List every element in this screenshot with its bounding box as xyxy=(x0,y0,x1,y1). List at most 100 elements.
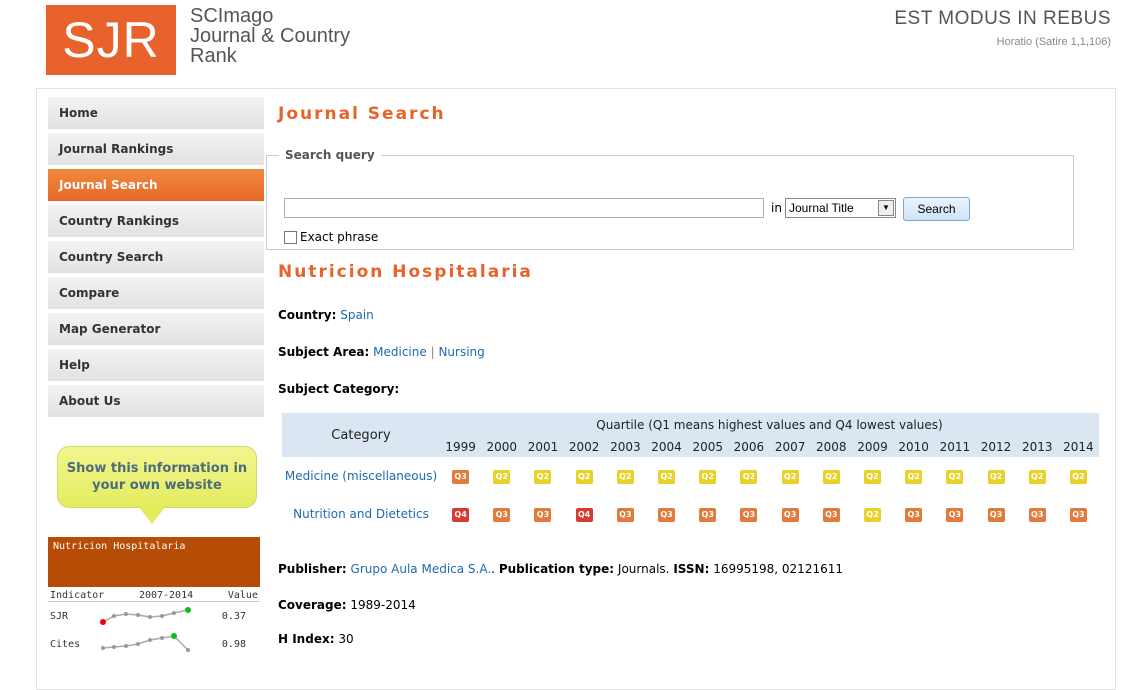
quartile-cell: Q4 xyxy=(440,495,481,533)
quartile-badge: Q3 xyxy=(658,508,676,522)
quartile-cell: Q2 xyxy=(852,457,893,495)
chevron-down-icon[interactable]: ▼ xyxy=(878,200,894,216)
quartile-badge: Q3 xyxy=(822,508,840,522)
nav-item-country-rankings[interactable]: Country Rankings xyxy=(48,205,264,237)
category-name-link[interactable]: Medicine (miscellaneous) xyxy=(282,457,440,495)
quartile-cell: Q3 xyxy=(1017,495,1058,533)
quartile-cell: Q3 xyxy=(522,495,563,533)
subject-area-info: Subject Area: Medicine | Nursing xyxy=(278,345,485,359)
year-header: 1999 xyxy=(440,436,482,457)
motto: EST MODUS IN REBUS Horatio (Satire 1,1,1… xyxy=(894,8,1111,48)
sjr-logo[interactable]: SJR xyxy=(46,5,176,75)
quartile-cell: Q4 xyxy=(564,495,605,533)
quartile-badge: Q3 xyxy=(905,508,923,522)
year-header: 2000 xyxy=(481,436,523,457)
subject-area-label: Subject Area: xyxy=(278,345,370,359)
nav-item-about-us[interactable]: About Us xyxy=(48,385,264,417)
nav-item-country-search[interactable]: Country Search xyxy=(48,241,264,273)
nav-item-map-generator[interactable]: Map Generator xyxy=(48,313,264,345)
category-name-link[interactable]: Nutrition and Dietetics xyxy=(282,495,440,533)
quartile-cell: Q3 xyxy=(646,495,687,533)
publisher-label: Publisher: xyxy=(278,562,347,576)
quartile-cell: Q3 xyxy=(1058,495,1099,533)
year-header: 2013 xyxy=(1016,436,1058,457)
widget-row-label: Cites xyxy=(50,638,81,650)
year-header: 2006 xyxy=(728,436,770,457)
nav-item-journal-rankings[interactable]: Journal Rankings xyxy=(48,133,264,165)
year-header: 2014 xyxy=(1057,436,1099,457)
search-field-selected: Journal Title xyxy=(789,201,854,215)
quartile-body: Medicine (miscellaneous) Q3 Q2 Q2 Q2 Q2 Q2 Q2 Q2… xyxy=(282,457,1099,533)
widget-col-indicator: Indicator xyxy=(50,590,105,601)
coverage-value: 1989-2014 xyxy=(350,598,416,612)
quartile-badge: Q2 xyxy=(575,470,593,484)
in-label: in xyxy=(771,201,782,215)
quartile-cell: Q2 xyxy=(522,457,563,495)
subject-area-link-nursing[interactable]: Nursing xyxy=(438,345,484,359)
quartile-badge: Q2 xyxy=(740,470,758,484)
quartile-cell: Q3 xyxy=(687,495,728,533)
widget-col-period: 2007-2014 xyxy=(138,590,194,601)
search-input[interactable] xyxy=(284,198,764,218)
quartile-cell: Q3 xyxy=(440,457,481,495)
brand-line-3: Rank xyxy=(190,45,237,67)
quartile-badge: Q3 xyxy=(699,508,717,522)
promo-line-2: your own website xyxy=(92,478,222,493)
quartile-cell: Q2 xyxy=(1017,457,1058,495)
subject-area-link-medicine[interactable]: Medicine xyxy=(373,345,427,359)
embed-widget[interactable]: Nutricion Hospitalaria Indicator 2007-20… xyxy=(48,537,260,677)
main-content: Journal Search Search query in Journal T… xyxy=(266,104,1102,646)
category-header: Category xyxy=(282,413,440,457)
quartile-badge: Q3 xyxy=(493,508,511,522)
nav-item-home[interactable]: Home xyxy=(48,97,264,129)
nav-item-journal-search[interactable]: Journal Search xyxy=(48,169,264,201)
search-field-select[interactable]: Journal Title ▼ xyxy=(785,198,896,218)
quartile-badge: Q2 xyxy=(658,470,676,484)
motto-text: EST MODUS IN REBUS xyxy=(894,8,1111,29)
quartile-badge: Q4 xyxy=(452,508,470,522)
quartile-cell: Q3 xyxy=(893,495,934,533)
widget-row-label: SJR xyxy=(50,610,69,622)
quartile-badge: Q2 xyxy=(616,470,634,484)
search-query-box: Search query in Journal Title ▼ Search E… xyxy=(266,148,1074,250)
exact-phrase-option[interactable]: Exact phrase xyxy=(284,230,378,244)
quartile-cell: Q2 xyxy=(811,457,852,495)
quartile-cell: Q3 xyxy=(728,495,769,533)
issn-value: 16995198, 02121611 xyxy=(713,562,843,576)
year-header: 2009 xyxy=(851,436,894,457)
quartile-cell: Q2 xyxy=(893,457,934,495)
quartile-row: Medicine (miscellaneous) Q3 Q2 Q2 Q2 Q2 Q2 Q2 Q2… xyxy=(282,457,1099,495)
quartile-badge: Q2 xyxy=(534,470,552,484)
year-header: 2004 xyxy=(645,436,688,457)
quartile-badge: Q3 xyxy=(616,508,634,522)
subject-area-separator: | xyxy=(430,345,435,359)
widget-col-value: Value xyxy=(227,590,258,601)
quartile-badge: Q2 xyxy=(699,470,717,484)
quartile-cell: Q2 xyxy=(605,457,646,495)
embed-promo-bubble[interactable]: Show this information in your own websit… xyxy=(57,446,257,508)
exact-phrase-checkbox[interactable] xyxy=(284,230,297,244)
publisher-link[interactable]: Grupo Aula Medica S.A. xyxy=(351,562,492,576)
quartile-badge: Q3 xyxy=(946,508,964,522)
sjr-sparkline xyxy=(100,607,191,625)
quartile-badge: Q3 xyxy=(534,508,552,522)
brand-line-1: SCImago xyxy=(190,5,274,27)
quartile-cell: Q2 xyxy=(934,457,975,495)
nav-item-help[interactable]: Help xyxy=(48,349,264,381)
quartile-cell: Q2 xyxy=(975,457,1016,495)
country-link[interactable]: Spain xyxy=(340,308,374,322)
year-header: 2005 xyxy=(687,436,729,457)
exact-phrase-label: Exact phrase xyxy=(300,230,379,244)
nav-item-compare[interactable]: Compare xyxy=(48,277,264,309)
brand-name[interactable]: SCImago Journal & Country Rank xyxy=(190,6,350,66)
quartile-row: Nutrition and Dietetics Q4 Q3 Q3 Q4 Q3 Q3 Q3 Q3 Q… xyxy=(282,495,1099,533)
publisher-info: Publisher: Grupo Aula Medica S.A.. Publi… xyxy=(278,562,843,576)
quartile-cell: Q2 xyxy=(1058,457,1099,495)
quartile-badge: Q3 xyxy=(1069,508,1087,522)
coverage-info: Coverage: 1989-2014 xyxy=(278,598,416,612)
quartile-cell: Q2 xyxy=(646,457,687,495)
widget-title: Nutricion Hospitalaria xyxy=(48,537,260,587)
issn-label: ISSN: xyxy=(673,562,710,576)
sidebar-nav: Home Journal Rankings Journal Search Cou… xyxy=(48,97,264,421)
search-button[interactable]: Search xyxy=(903,197,970,221)
